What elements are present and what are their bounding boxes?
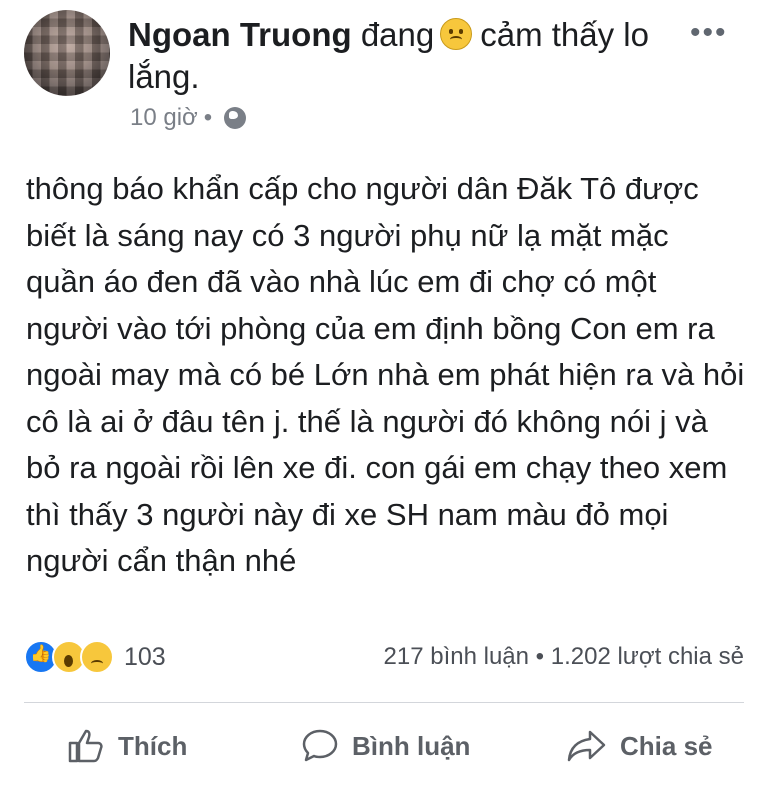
share-count[interactable]: 1.202 lượt chia sẻ (551, 643, 744, 670)
avatar-pixelation (24, 10, 110, 96)
sad-reaction-icon (80, 640, 114, 674)
feeling-prefix: đang (360, 16, 435, 53)
share-button[interactable]: Chia sẻ (566, 726, 713, 766)
reaction-summary[interactable]: 103 (24, 640, 166, 674)
comment-bubble-icon (302, 729, 338, 762)
post-body: thông báo khẩn cấp cho người dân Đăk Tô … (26, 171, 745, 578)
comment-button[interactable]: Bình luận (300, 726, 470, 766)
action-bar: Thích Bình luận Chia sẻ (0, 726, 768, 776)
like-button[interactable]: Thích (66, 726, 187, 766)
divider (24, 702, 744, 703)
engagement-stats: 217 bình luận • 1.202 lượt chia sẻ (384, 643, 744, 671)
stats-separator: • (535, 643, 545, 670)
meta-separator: • (203, 104, 213, 131)
reaction-count: 103 (124, 642, 166, 671)
author-avatar[interactable] (24, 10, 110, 96)
share-label: Chia sẻ (620, 730, 713, 761)
more-options-button[interactable]: ••• (690, 16, 728, 50)
thumbs-up-icon (68, 729, 103, 763)
post-time[interactable]: 10 giờ (130, 104, 198, 132)
globe-icon[interactable] (224, 107, 247, 129)
worried-face-icon (440, 18, 473, 50)
share-arrow-icon (567, 730, 606, 762)
post-header: Ngoan Truong đang cảm thấy lo lắng. (128, 14, 668, 98)
comment-label: Bình luận (352, 730, 471, 761)
comment-count[interactable]: 217 bình luận (384, 643, 529, 670)
like-label: Thích (118, 730, 188, 761)
post-meta: 10 giờ • (130, 104, 247, 132)
author-name[interactable]: Ngoan Truong (128, 16, 352, 53)
